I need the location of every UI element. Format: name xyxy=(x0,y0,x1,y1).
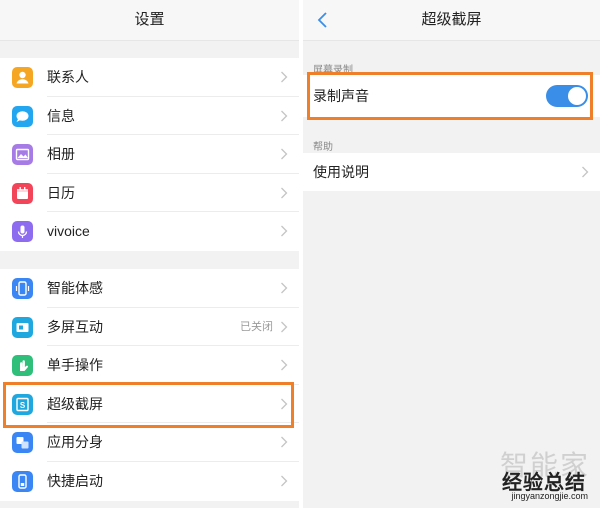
settings-header: 设置 xyxy=(0,0,299,41)
message-icon xyxy=(12,105,33,127)
super-screenshot-panel: 超级截屏 屏幕录制 录制声音 帮助 使用说明 智能家 经验总结 jingyanz… xyxy=(303,0,600,508)
calendar-icon xyxy=(12,182,33,204)
settings-item-label: 日历 xyxy=(47,184,75,201)
chevron-right-icon xyxy=(281,475,288,487)
settings-item-quick-launch[interactable]: 快捷启动 xyxy=(0,462,299,501)
settings-item-smart-motion[interactable]: 智能体感 xyxy=(0,269,299,308)
watermark: 智能家 经验总结 jingyanzongjie.com xyxy=(462,446,592,504)
settings-group-apps: 联系人 信息 相册 日历 vivoice xyxy=(0,58,299,251)
settings-item-label: 智能体感 xyxy=(47,280,103,296)
multiscreen-icon xyxy=(12,316,33,338)
chevron-right-icon xyxy=(281,71,288,83)
settings-item-messages[interactable]: 信息 xyxy=(0,97,299,136)
settings-item-vivoice[interactable]: vivoice xyxy=(0,212,299,251)
chevron-right-icon xyxy=(582,166,589,178)
chevron-right-icon xyxy=(281,321,288,333)
chevron-right-icon xyxy=(281,110,288,122)
chevron-right-icon xyxy=(281,225,288,237)
settings-item-label: 信息 xyxy=(47,107,75,124)
help-row[interactable]: 使用说明 xyxy=(303,153,600,191)
page-title: 超级截屏 xyxy=(421,11,482,28)
highlight-box xyxy=(307,72,593,120)
chevron-right-icon xyxy=(281,148,288,160)
page-title: 设置 xyxy=(134,11,165,28)
highlight-box xyxy=(3,382,294,428)
settings-item-label: 应用分身 xyxy=(47,434,103,451)
settings-item-calendar[interactable]: 日历 xyxy=(0,174,299,213)
quick-launch-icon xyxy=(12,471,33,492)
chevron-right-icon xyxy=(281,436,288,448)
settings-item-label: 单手操作 xyxy=(47,357,103,374)
settings-item-label: 多屏互动 xyxy=(47,318,103,335)
motion-icon xyxy=(12,278,33,299)
settings-item-label: 相册 xyxy=(47,146,75,163)
hand-icon xyxy=(12,355,33,377)
status-text: 已关闭 xyxy=(240,320,273,333)
settings-item-label: 联系人 xyxy=(47,69,89,85)
contacts-icon xyxy=(12,67,33,88)
settings-item-contacts[interactable]: 联系人 xyxy=(0,58,299,97)
chevron-right-icon xyxy=(281,359,288,371)
settings-item-one-hand[interactable]: 单手操作 xyxy=(0,346,299,385)
watermark-url: jingyanzongjie.com xyxy=(511,491,588,501)
chevron-right-icon xyxy=(281,187,288,199)
section-header-help: 帮助 xyxy=(313,142,333,153)
settings-item-app-clone[interactable]: 应用分身 xyxy=(0,423,299,462)
help-label: 使用说明 xyxy=(313,164,369,180)
settings-item-multiscreen[interactable]: 多屏互动 已关闭 xyxy=(0,308,299,347)
settings-item-label: vivoice xyxy=(47,223,90,240)
super-screenshot-header: 超级截屏 xyxy=(303,0,600,41)
settings-item-gallery[interactable]: 相册 xyxy=(0,135,299,174)
chevron-right-icon xyxy=(281,282,288,294)
settings-panel: 设置 联系人 信息 相册 日历 vivoice 智能体感 多屏互动 已关闭 单手… xyxy=(0,0,299,508)
settings-item-label: 快捷启动 xyxy=(47,473,103,489)
microphone-icon xyxy=(12,221,33,243)
app-clone-icon xyxy=(12,432,33,454)
gallery-icon xyxy=(12,144,33,166)
